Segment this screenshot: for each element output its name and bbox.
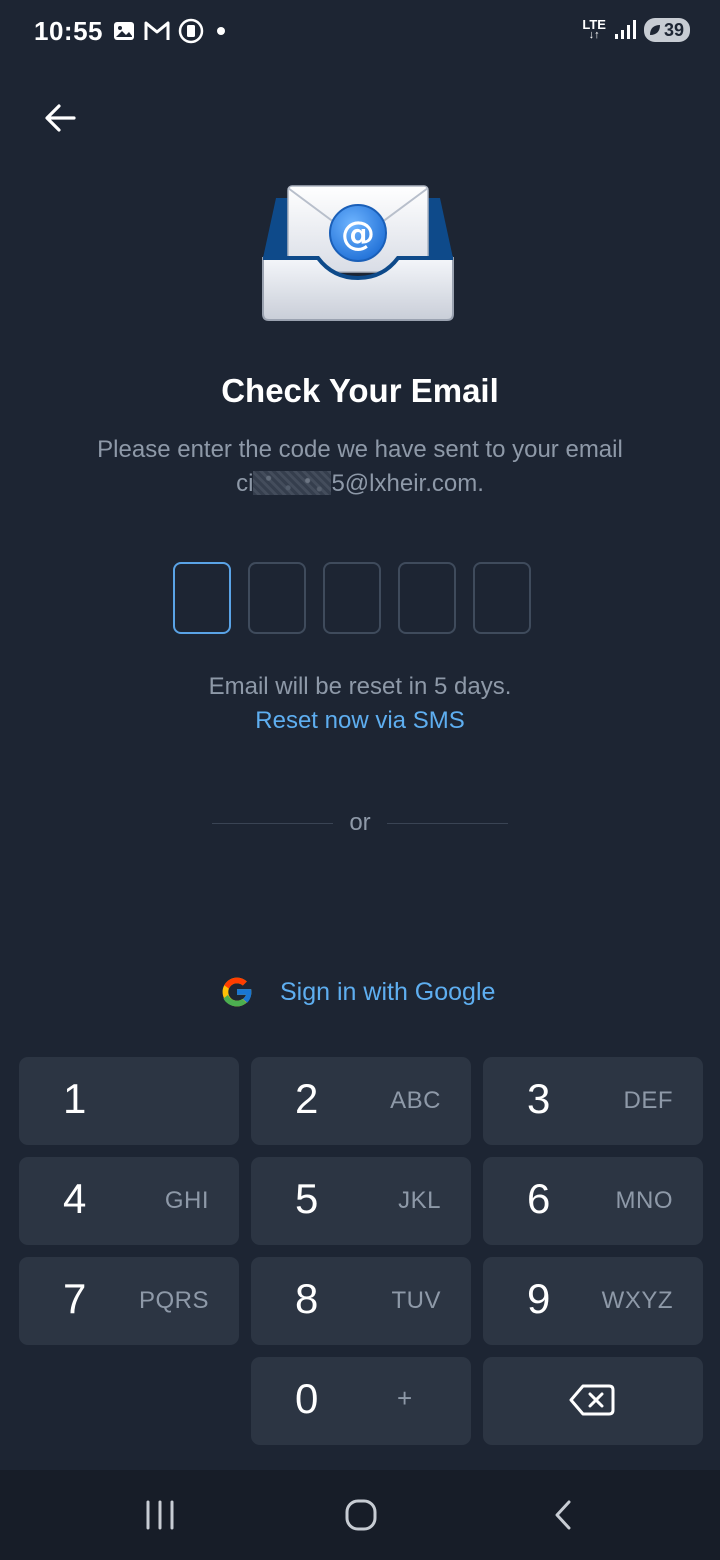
recent-apps-icon: [146, 1500, 174, 1530]
key-digit: 1: [63, 1075, 87, 1122]
google-button-label: Sign in with Google: [280, 977, 496, 1006]
back-icon: [555, 1500, 571, 1530]
backspace-icon: [569, 1384, 615, 1416]
gmail-icon: [144, 21, 170, 40]
key-letters: PQRS: [138, 1287, 209, 1314]
key-digit: 2: [295, 1075, 319, 1122]
key-3[interactable]: 3 DEF: [483, 1057, 703, 1145]
key-7[interactable]: 7 PQRS: [19, 1257, 239, 1345]
key-4[interactable]: 4 GHI: [19, 1157, 239, 1245]
lte-arrows-icon: ↓↑: [588, 29, 600, 41]
image-icon: [114, 22, 134, 40]
key-letters: MNO: [615, 1187, 673, 1214]
google-logo-icon: [222, 977, 253, 1007]
or-divider: or: [212, 806, 508, 840]
divider-line-right: [386, 822, 508, 824]
signal-icon: [614, 20, 636, 39]
email-suffix: 5@lxheir.com.: [331, 470, 484, 497]
code-input-row: [173, 562, 531, 634]
code-digit-input-4[interactable]: [398, 562, 456, 634]
key-1[interactable]: 1: [19, 1057, 239, 1145]
key-5[interactable]: 5 JKL: [251, 1157, 471, 1245]
key-digit: 9: [527, 1275, 551, 1322]
status-bar: 10:55 LTE ↓↑ 39: [0, 0, 720, 66]
key-letters: JKL: [398, 1187, 441, 1214]
battery-saver-leaf-icon: [649, 25, 660, 35]
home-button[interactable]: [331, 1490, 391, 1540]
home-icon: [345, 1499, 377, 1531]
key-digit: 0: [295, 1375, 319, 1422]
key-letters: ABC: [390, 1087, 441, 1114]
key-digit: 5: [295, 1175, 319, 1222]
system-navigation-bar: [0, 1470, 720, 1560]
key-letters: TUV: [391, 1287, 441, 1314]
backspace-key[interactable]: [483, 1357, 703, 1445]
key-plus: +: [397, 1383, 413, 1413]
key-letters: WXYZ: [601, 1287, 673, 1314]
arrow-left-icon: [45, 104, 76, 132]
status-icons-left: [112, 18, 230, 44]
check-email-screen: 10:55 LTE ↓↑ 39 @ Check Your Email Pleas…: [0, 0, 720, 1560]
back-button[interactable]: [36, 94, 84, 142]
notification-dot-icon: [217, 27, 225, 35]
svg-text:@: @: [341, 214, 375, 254]
sign-in-with-google-button[interactable]: Sign in with Google: [218, 970, 495, 1014]
recent-apps-button[interactable]: [130, 1490, 190, 1540]
status-time: 10:55: [34, 16, 103, 46]
key-0[interactable]: 0 +: [251, 1357, 471, 1445]
code-digit-input-3[interactable]: [323, 562, 381, 634]
divider-line-left: [212, 822, 334, 824]
divider-text: or: [349, 809, 371, 836]
redacted-email-part: [253, 471, 332, 495]
key-digit: 3: [527, 1075, 551, 1122]
code-digit-input-2[interactable]: [248, 562, 306, 634]
page-title: Check Your Email: [221, 372, 499, 409]
status-icons-right: LTE ↓↑ 39: [582, 18, 690, 42]
email-inbox-icon: @: [262, 185, 454, 321]
stop-recording-icon: [178, 18, 204, 44]
key-digit: 6: [527, 1175, 551, 1222]
key-digit: 8: [295, 1275, 319, 1322]
instruction-text: Please enter the code we have sent to yo…: [40, 433, 680, 501]
reset-via-sms-link[interactable]: Reset now via SMS: [0, 707, 720, 735]
key-6[interactable]: 6 MNO: [483, 1157, 703, 1245]
code-digit-input-5[interactable]: [473, 562, 531, 634]
key-digit: 4: [63, 1175, 87, 1222]
lte-icon: LTE ↓↑: [582, 18, 606, 41]
email-prefix: ci: [236, 470, 254, 497]
key-8[interactable]: 8 TUV: [251, 1257, 471, 1345]
system-back-button[interactable]: [534, 1490, 594, 1540]
key-letters: GHI: [164, 1187, 209, 1214]
key-2[interactable]: 2 ABC: [251, 1057, 471, 1145]
instruction-line: Please enter the code we have sent to yo…: [97, 436, 623, 463]
battery-level: 39: [663, 19, 684, 40]
reset-info-text: Email will be reset in 5 days.: [208, 673, 512, 700]
code-digit-input-1[interactable]: [173, 562, 231, 634]
key-9[interactable]: 9 WXYZ: [483, 1257, 703, 1345]
battery-icon: 39: [643, 18, 690, 42]
key-digit: 7: [63, 1275, 87, 1322]
key-letters: DEF: [623, 1087, 673, 1114]
masked-email: ci 5@lxheir.com.: [40, 467, 680, 501]
